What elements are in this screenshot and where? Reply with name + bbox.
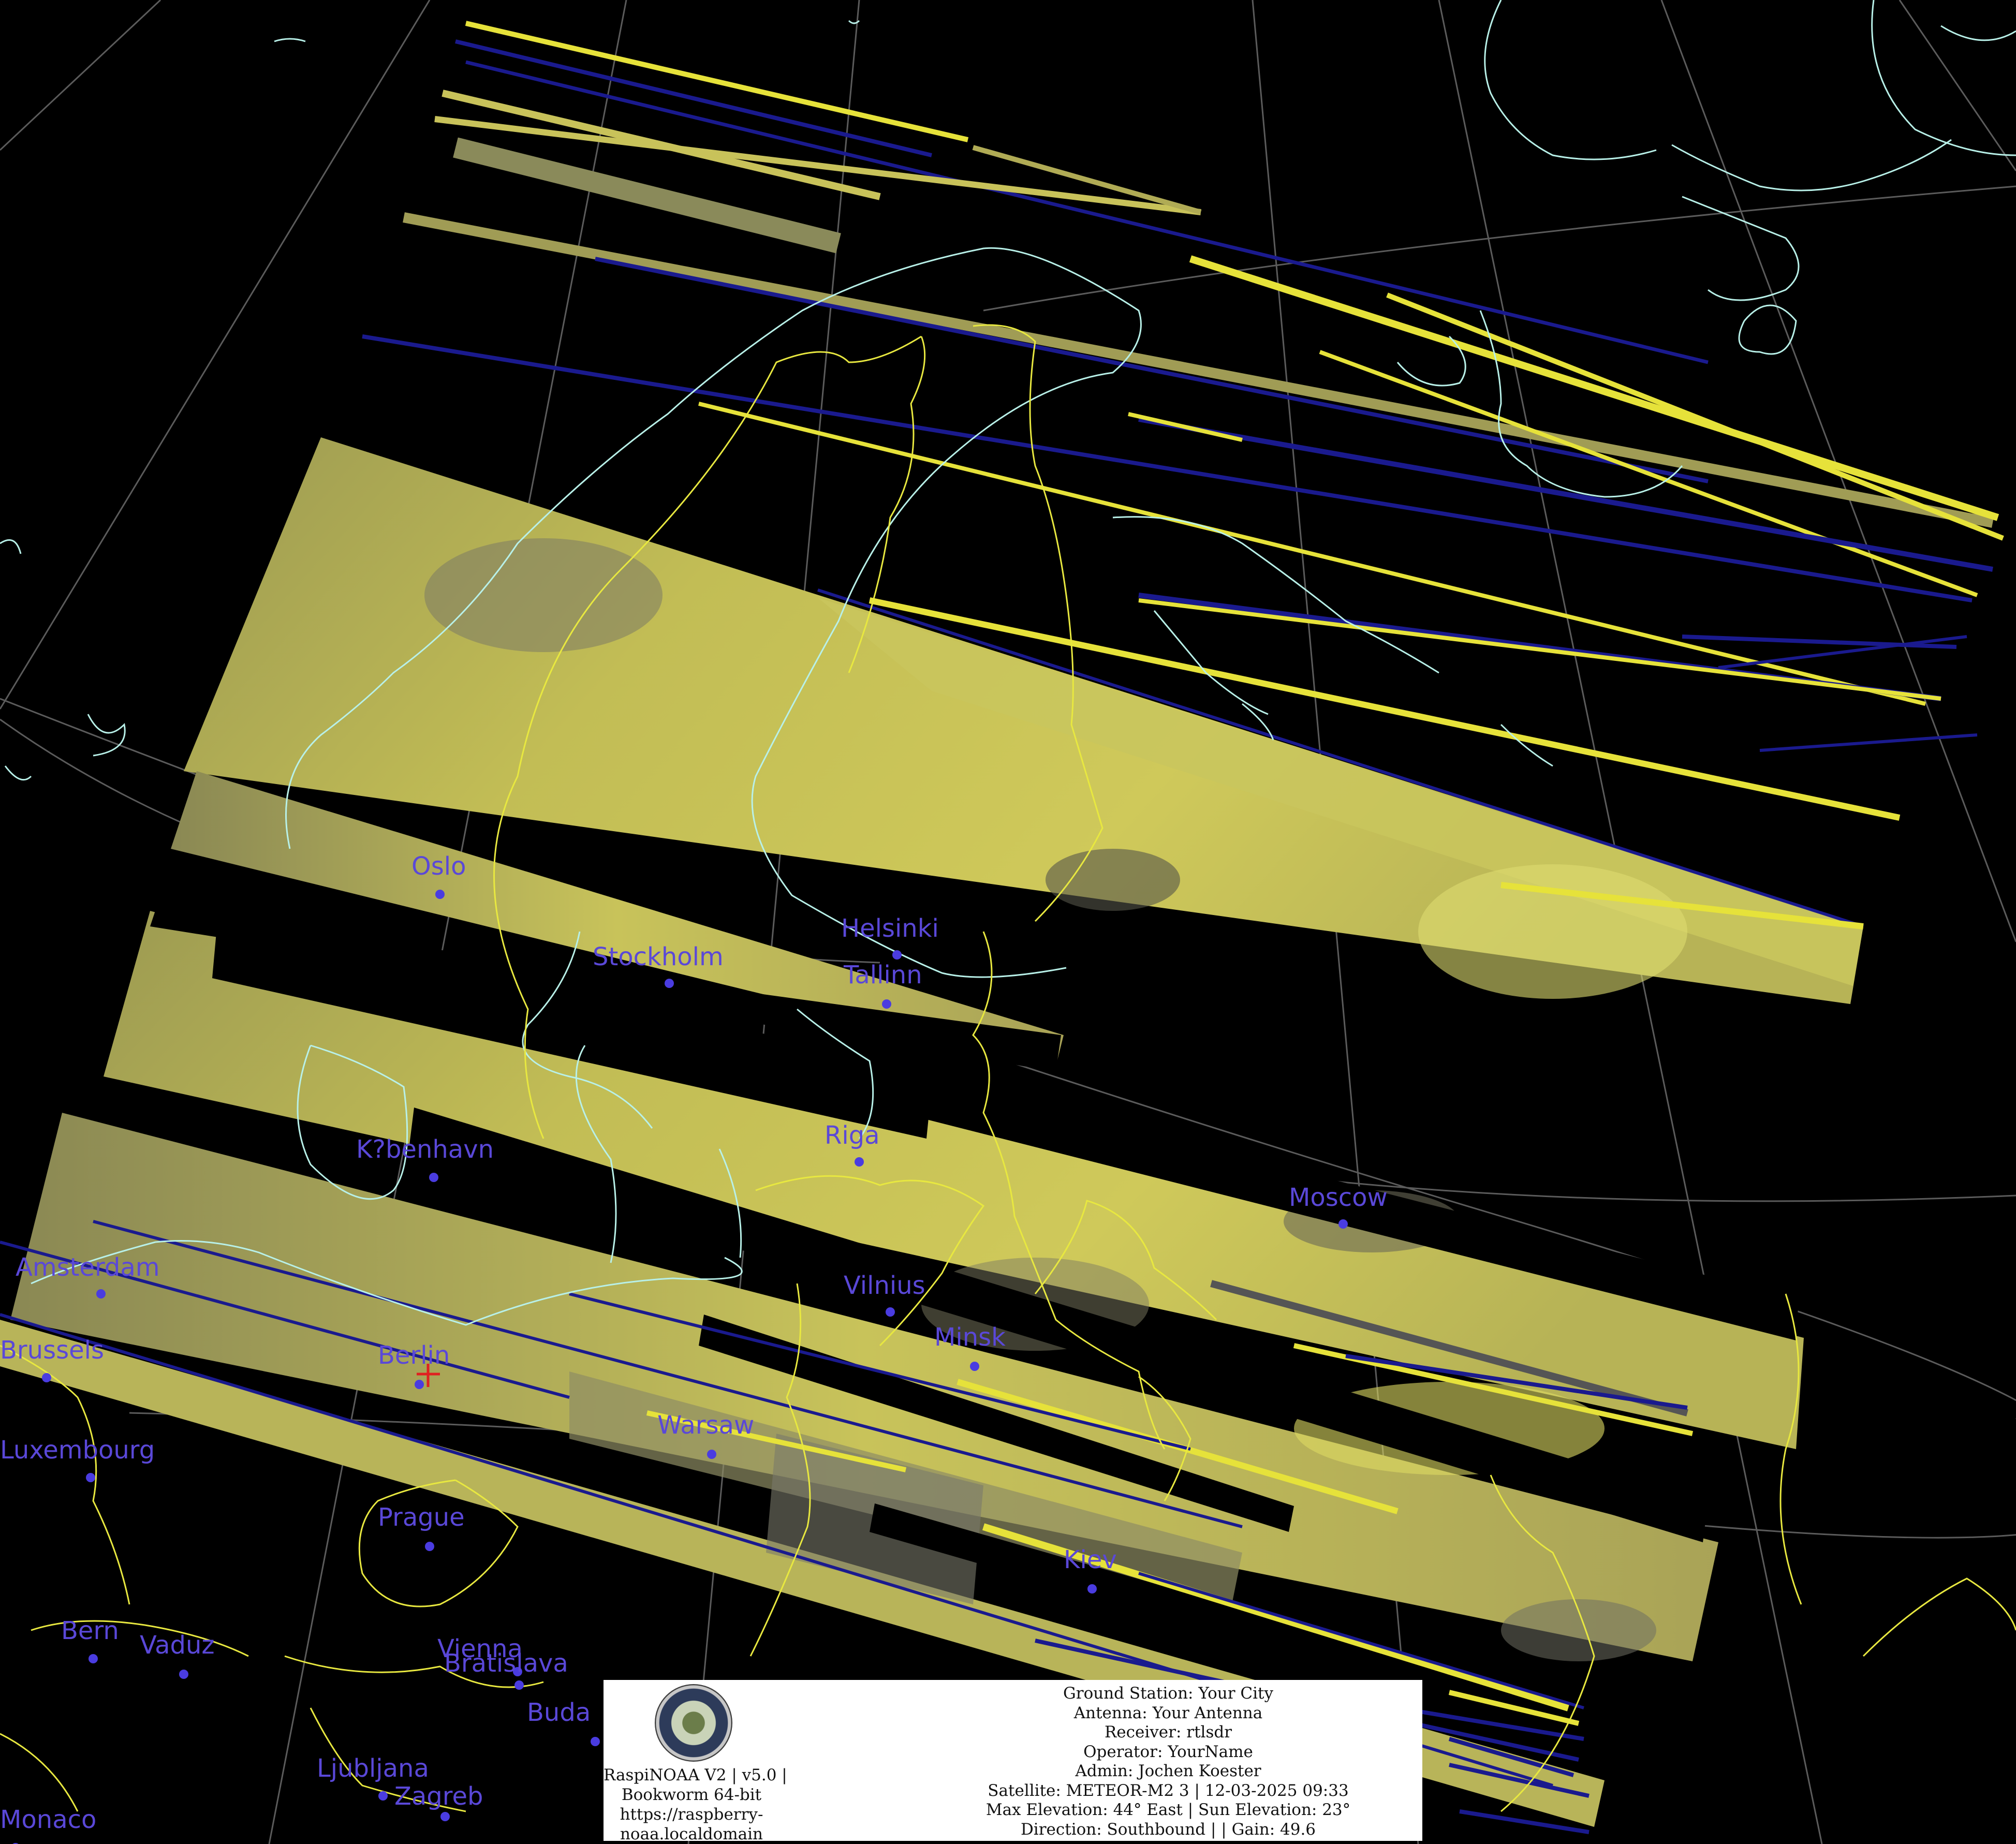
city-label-vaduz: Vaduz <box>140 1631 215 1660</box>
software-info: RaspiNOAA V2 | v5.0 | Bookworm 64-bit ht… <box>604 1765 787 1844</box>
city-dot-warsaw <box>707 1450 716 1459</box>
city-label-minsk: Minsk <box>934 1323 1006 1352</box>
city-label-luxembourg: Luxembourg <box>0 1436 155 1465</box>
city-label-zagreb: Zagreb <box>394 1782 483 1811</box>
city-label-ljubljana: Ljubljana <box>317 1754 429 1783</box>
city-dot-moscow <box>1338 1219 1348 1229</box>
city-dot-ljubljana <box>378 1791 388 1801</box>
city-dot-prague <box>425 1542 434 1551</box>
city-label-warsaw: Warsaw <box>657 1411 754 1440</box>
pass-details: Ground Station: Your City Antenna: Your … <box>914 1684 1422 1839</box>
website-link-line1[interactable]: https://raspberry- <box>604 1805 779 1824</box>
city-dot-bratislava <box>514 1680 524 1690</box>
city-label-budapest: Buda <box>527 1698 591 1727</box>
city-dot-kobenhavn <box>429 1173 438 1182</box>
os-version: Bookworm 64-bit <box>621 1786 762 1804</box>
city-dot-minsk <box>970 1362 979 1371</box>
city-dot-budapest <box>591 1737 600 1746</box>
ground-station: Ground Station: Your City <box>1063 1684 1274 1703</box>
city-label-tallinn: Tallinn <box>843 961 922 990</box>
satellite-map: Oslo Stockholm Helsinki Tallinn Riga K?benhav… <box>0 0 2016 1844</box>
city-label-kobenhavn: K?benhavn <box>356 1135 494 1164</box>
city-dot-vilnius <box>886 1307 895 1317</box>
city-label-bern: Bern <box>61 1616 119 1645</box>
raspinoaa-logo-icon <box>655 1684 732 1762</box>
city-label-riga: Riga <box>825 1121 880 1150</box>
city-dot-helsinki <box>892 950 902 960</box>
info-panel: RaspiNOAA V2 | v5.0 | Bookworm 64-bit ht… <box>604 1680 1422 1844</box>
city-label-brussels: Brussels <box>0 1336 104 1365</box>
city-label-berlin: Berlin <box>378 1341 450 1370</box>
city-label-vilnius: Vilnius <box>844 1271 925 1300</box>
city-dot-berlin <box>415 1380 424 1389</box>
city-dot-tallinn <box>882 999 891 1009</box>
city-dot-oslo <box>435 890 445 899</box>
admin: Admin: Jochen Koester <box>1075 1762 1261 1780</box>
city-dot-amsterdam <box>96 1289 106 1299</box>
city-label-stockholm: Stockholm <box>593 942 724 971</box>
city-dot-luxembourg <box>86 1473 95 1482</box>
direction-gain: Direction: Southbound | | Gain: 49.6 <box>1020 1820 1316 1839</box>
city-dot-bern <box>89 1654 98 1663</box>
satellite-imagery <box>0 437 1863 1827</box>
city-label-amsterdam: Amsterdam <box>16 1253 159 1282</box>
antenna: Antenna: Your Antenna <box>1073 1703 1263 1722</box>
city-label-monaco: Monaco <box>0 1805 96 1834</box>
city-dot-riga <box>855 1157 864 1167</box>
city-label-moscow: Moscow <box>1289 1183 1388 1212</box>
satellite-pass: Satellite: METEOR-M2 3 | 12-03-2025 09:3… <box>988 1781 1349 1800</box>
city-dot-kiev <box>1087 1584 1097 1594</box>
city-dot-brussels <box>42 1373 51 1382</box>
city-dot-vaduz <box>179 1670 188 1679</box>
city-label-kiev: Kiev <box>1064 1545 1117 1574</box>
city-dot-zagreb <box>440 1812 450 1821</box>
software-version: RaspiNOAA V2 | v5.0 | <box>604 1766 787 1784</box>
city-dot-stockholm <box>665 979 674 988</box>
city-label-prague: Prague <box>378 1503 465 1532</box>
city-label-oslo: Oslo <box>411 852 466 881</box>
elevation: Max Elevation: 44° East | Sun Elevation:… <box>985 1801 1351 1819</box>
receiver: Receiver: rtlsdr <box>1104 1723 1232 1742</box>
operator: Operator: YourName <box>1083 1742 1253 1761</box>
city-label-helsinki: Helsinki <box>841 914 939 943</box>
website-link-line2[interactable]: noaa.localdomain <box>604 1824 779 1844</box>
city-label-bratislava: Bratislava <box>444 1649 568 1678</box>
